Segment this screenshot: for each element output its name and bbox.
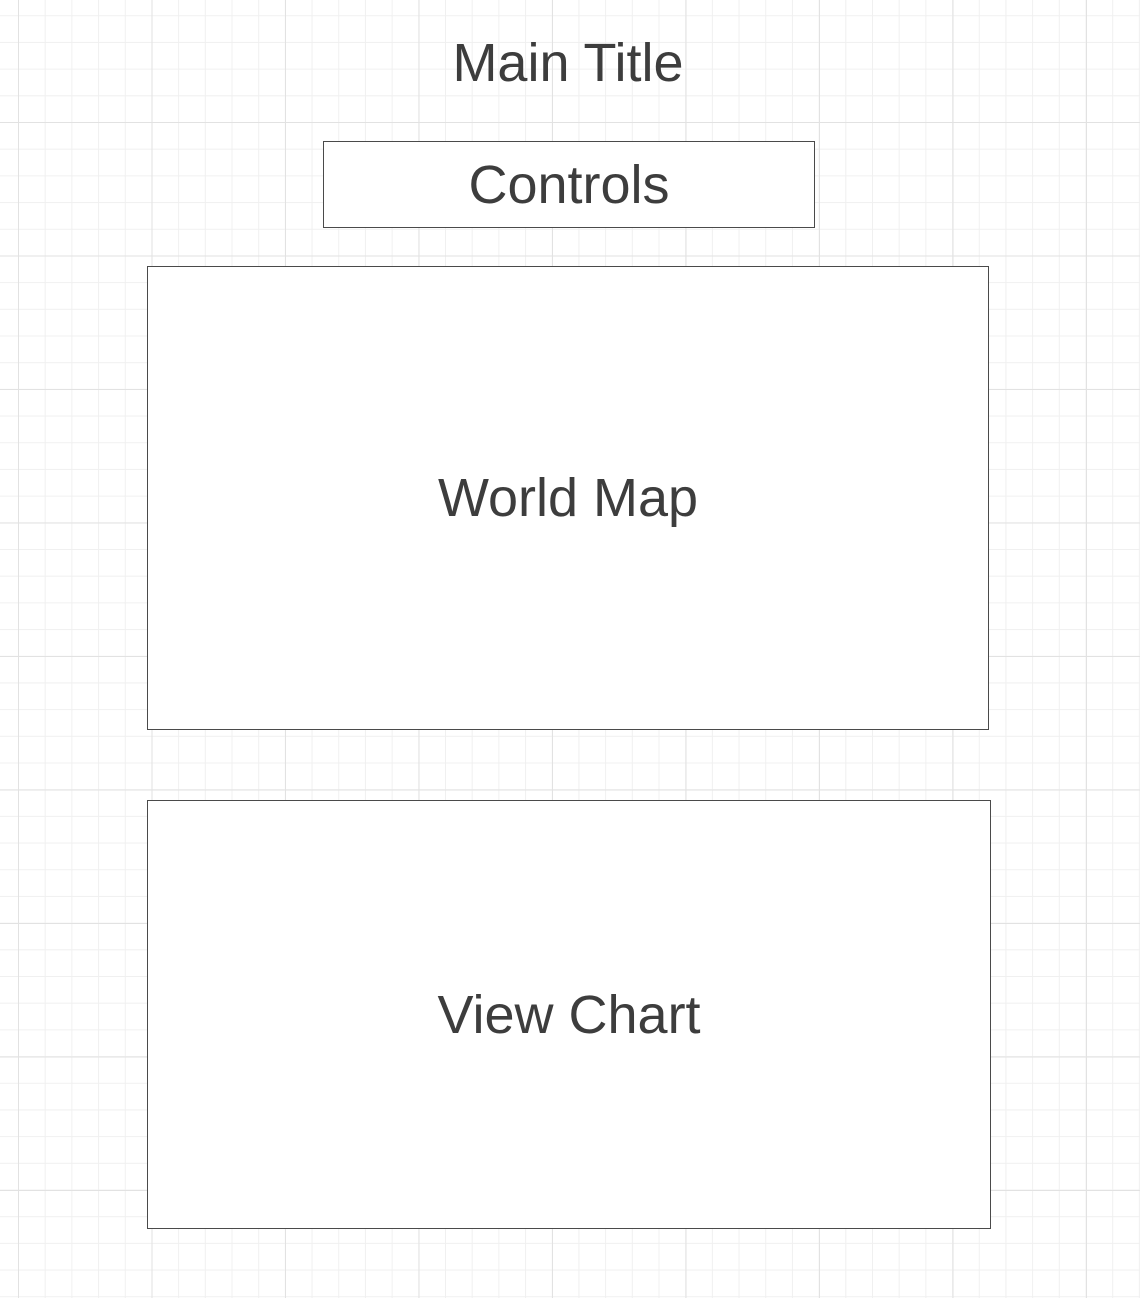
controls-label: Controls xyxy=(468,154,670,215)
view-chart-label: View Chart xyxy=(437,984,701,1045)
controls-panel[interactable]: Controls xyxy=(323,141,815,228)
world-map-label: World Map xyxy=(437,468,699,528)
main-title: Main Title xyxy=(452,33,684,93)
view-chart-panel[interactable]: View Chart xyxy=(147,800,991,1229)
world-map-panel[interactable]: World Map xyxy=(147,266,989,730)
